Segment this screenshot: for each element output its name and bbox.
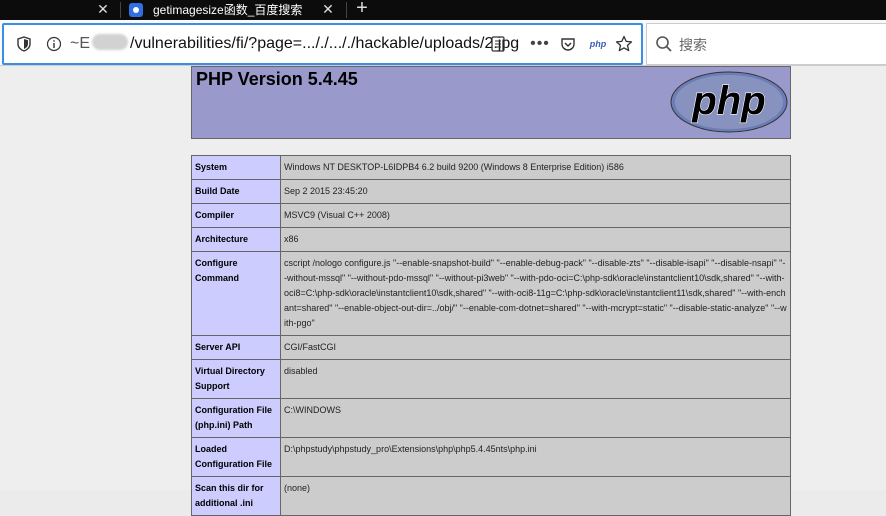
row-value: MSVC9 (Visual C++ 2008) [280,203,791,228]
page-content: PHP Version 5.4.45 php System Windows NT … [0,66,886,516]
phpinfo-table: System Windows NT DESKTOP-L6IDPB4 6.2 bui… [191,155,791,516]
phpinfo-header: PHP Version 5.4.45 php [191,66,791,139]
row-value: (none) [280,476,791,516]
table-row: Server API CGI/FastCGI [191,335,791,360]
reader-view-icon[interactable] [488,34,508,54]
row-key: System [191,155,281,180]
redacted-host [92,34,129,50]
bookmark-star-icon[interactable] [614,34,634,54]
row-value: Windows NT DESKTOP-L6IDPB4 6.2 build 920… [280,155,791,180]
tab-title: getimagesize函数_百度搜索 [153,3,303,17]
row-key: Loaded Configuration File [191,437,281,477]
table-row: Scan this dir for additional .ini (none) [191,476,791,516]
php-logo-text: php [691,79,765,123]
php-logo-icon: php [670,71,788,133]
search-icon [655,35,675,55]
table-row: System Windows NT DESKTOP-L6IDPB4 6.2 bui… [191,155,791,180]
page-title: PHP Version 5.4.45 [196,69,358,89]
table-row: Virtual Directory Support disabled [191,359,791,399]
url-prefix: ~E [70,35,91,52]
row-key: Configure Command [191,251,281,336]
nav-toolbar: ~E/vulnerabilities/fi/?page=..././..././… [0,20,886,66]
close-icon[interactable]: ✕ [319,0,337,20]
url-bar[interactable]: ~E/vulnerabilities/fi/?page=..././..././… [2,23,643,65]
row-key: Compiler [191,203,281,228]
table-row: Compiler MSVC9 (Visual C++ 2008) [191,203,791,228]
search-input[interactable]: 搜索 [679,35,707,55]
info-icon[interactable] [44,34,64,54]
row-key: Virtual Directory Support [191,359,281,399]
row-key: Build Date [191,179,281,204]
row-value: D:\phpstudy\phpstudy_pro\Extensions\php\… [280,437,791,477]
row-value: C:\WINDOWS [280,398,791,438]
row-value: Sep 2 2015 23:45:20 [280,179,791,204]
row-value: disabled [280,359,791,399]
row-value: CGI/FastCGI [280,335,791,360]
table-row: Configure Command cscript /nologo configu… [191,251,791,336]
tab-baidu-search[interactable]: getimagesize函数_百度搜索 ✕ [121,0,346,20]
close-icon[interactable]: ✕ [88,0,118,20]
table-row: Configuration File (php.ini) Path C:\WIND… [191,398,791,438]
row-value: x86 [280,227,791,252]
baidu-favicon-icon [129,3,143,17]
page-actions-icon[interactable]: ••• [530,34,550,54]
tab-separator [346,2,347,18]
row-key: Architecture [191,227,281,252]
row-key: Scan this dir for additional .ini [191,476,281,516]
php-extension-icon[interactable]: php [588,34,608,54]
row-key: Server API [191,335,281,360]
table-row: Build Date Sep 2 2015 23:45:20 [191,179,791,204]
shield-icon[interactable] [14,34,34,54]
url-path: /vulnerabilities/fi/?page=..././..././ha… [130,35,520,52]
tab-strip: ✕ getimagesize函数_百度搜索 ✕ + [0,0,886,20]
table-row: Architecture x86 [191,227,791,252]
table-row: Loaded Configuration File D:\phpstudy\php… [191,437,791,477]
pocket-icon[interactable] [558,34,578,54]
url-text[interactable]: ~E/vulnerabilities/fi/?page=..././..././… [70,34,519,54]
search-bar[interactable]: 搜索 [646,23,886,65]
new-tab-button[interactable]: + [350,0,374,20]
row-key: Configuration File (php.ini) Path [191,398,281,438]
row-value: cscript /nologo configure.js "--enable-s… [280,251,791,336]
